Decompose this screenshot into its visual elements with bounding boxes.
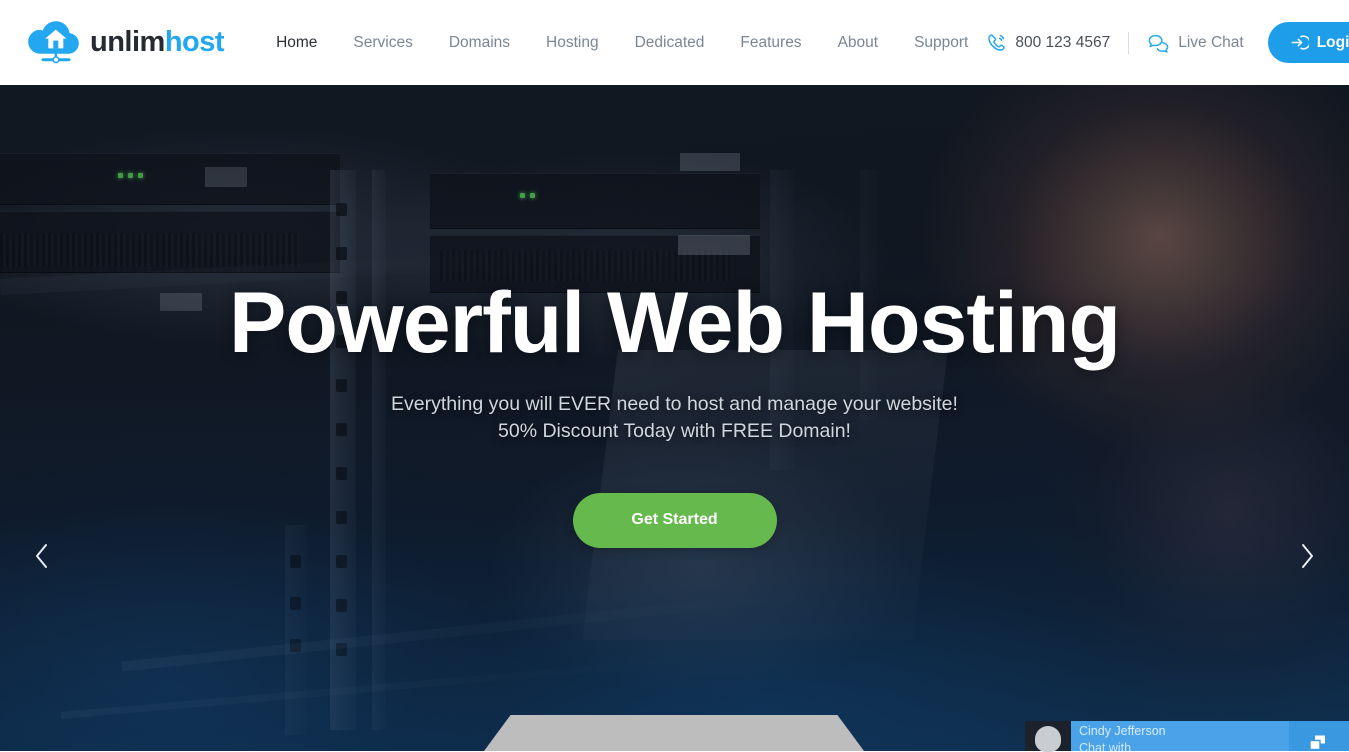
- nav-item-support[interactable]: Support: [896, 35, 986, 51]
- phone-number: 800 123 4567: [1015, 34, 1110, 52]
- live-chat-link[interactable]: Live Chat: [1148, 33, 1243, 53]
- carousel-prev-button[interactable]: [26, 540, 58, 572]
- main-navigation: Home Services Domains Hosting Dedicated …: [258, 35, 986, 51]
- hero-content: Powerful Web Hosting Everything you will…: [0, 85, 1349, 751]
- logo-text-dark: unlim: [90, 26, 165, 58]
- restore-window-icon: [1308, 732, 1330, 750]
- logo-text-blue: host: [165, 26, 224, 58]
- nav-item-services[interactable]: Services: [335, 35, 430, 51]
- hero-subtitle-line-1: Everything you will EVER need to host an…: [391, 393, 958, 415]
- chevron-left-icon: [34, 543, 50, 569]
- section-trapezoid-shape: [484, 715, 864, 751]
- nav-item-features[interactable]: Features: [722, 35, 819, 51]
- hero-subtitle: Everything you will EVER need to host an…: [391, 391, 958, 445]
- chat-agent-name: Cindy Jefferson: [1079, 725, 1166, 739]
- chat-bubbles-icon: [1148, 33, 1170, 53]
- avatar: [1035, 726, 1061, 752]
- login-button[interactable]: Login: [1268, 22, 1349, 63]
- header-utilities: 800 123 4567 Live Chat Login: [986, 22, 1349, 63]
- logo-wordmark: unlimhost: [90, 28, 224, 57]
- carousel-next-button[interactable]: [1291, 540, 1323, 572]
- nav-item-dedicated[interactable]: Dedicated: [617, 35, 723, 51]
- site-header: unlimhost Home Services Domains Hosting …: [0, 0, 1349, 85]
- sign-in-icon: [1290, 33, 1309, 52]
- nav-item-about[interactable]: About: [820, 35, 897, 51]
- nav-item-hosting[interactable]: Hosting: [528, 35, 617, 51]
- phone-icon: [986, 32, 1007, 53]
- chevron-right-icon: [1299, 543, 1315, 569]
- login-label: Login: [1317, 34, 1349, 52]
- chat-restore-button[interactable]: [1289, 721, 1349, 751]
- hero-subtitle-line-2: 50% Discount Today with FREE Domain!: [498, 420, 851, 442]
- chat-avatar-container: [1025, 721, 1071, 751]
- header-divider: [1128, 32, 1129, 54]
- nav-item-domains[interactable]: Domains: [431, 35, 528, 51]
- phone-link[interactable]: 800 123 4567: [986, 32, 1110, 53]
- live-chat-label: Live Chat: [1178, 34, 1243, 52]
- chat-widget-texts: Cindy Jefferson Chat with: [1079, 725, 1166, 751]
- chat-agent-subtitle: Chat with: [1079, 742, 1166, 751]
- nav-item-home[interactable]: Home: [258, 35, 335, 51]
- chat-widget[interactable]: Cindy Jefferson Chat with: [1025, 721, 1349, 751]
- site-logo[interactable]: unlimhost: [27, 20, 224, 66]
- cloud-house-icon: [27, 20, 81, 66]
- chat-widget-header[interactable]: Cindy Jefferson Chat with: [1071, 721, 1289, 751]
- hero-title: Powerful Web Hosting: [229, 280, 1120, 366]
- hero-carousel: Powerful Web Hosting Everything you will…: [0, 85, 1349, 751]
- get-started-button[interactable]: Get Started: [573, 493, 777, 548]
